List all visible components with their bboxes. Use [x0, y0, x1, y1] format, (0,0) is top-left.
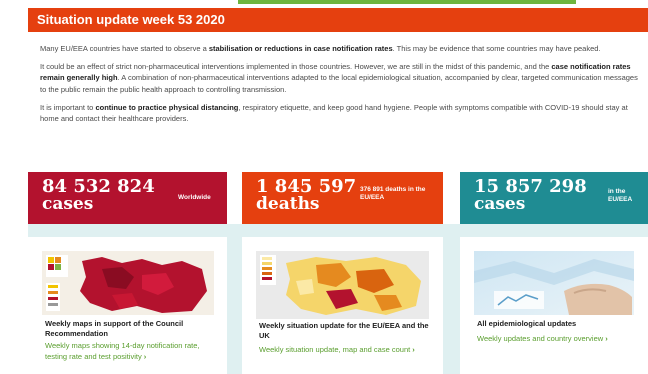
intro-text-span: . A combination of non-pharmaceutical in… [40, 73, 638, 94]
chevron-right-icon: › [605, 334, 608, 343]
intro-text-span: It could be an effect of strict non-phar… [40, 62, 552, 72]
epi-photo-thumbnail [474, 251, 634, 315]
card-epi-updates[interactable]: All epidemiological updates Weekly updat… [460, 237, 648, 374]
intro-emphasis: continue to practice physical distancing [95, 102, 239, 112]
intro-text-span: Many EU/EEA countries have started to ob… [40, 44, 209, 53]
intro-text-span: . This may be evidence that some countri… [392, 44, 601, 53]
page-title: Situation update week 53 2020 [37, 12, 225, 27]
map-image [256, 251, 429, 319]
map-image [42, 251, 214, 315]
intro-paragraph-1: Many EU/EEA countries have started to ob… [40, 43, 640, 54]
header-bar: Situation update week 53 2020 [28, 8, 648, 32]
stat-unit: cases [474, 194, 526, 214]
stat-eu-cases[interactable]: 15 857 298 cases in the EU/EEA [460, 172, 648, 224]
stat-worldwide-cases[interactable]: 84 532 824 cases Worldwide [28, 172, 227, 224]
card-weekly-maps[interactable]: Weekly maps in support of the Council Re… [28, 237, 227, 374]
situation-map-thumbnail [256, 251, 429, 319]
stat-note: in the EU/EEA [608, 188, 633, 203]
stat-unit: deaths [256, 194, 320, 214]
photo-image [474, 251, 634, 315]
card-link-text[interactable]: Weekly situation update, map and case co… [259, 345, 410, 354]
intro-emphasis: stabilisation or reductions in case noti… [208, 44, 393, 53]
card-situation-update[interactable]: Weekly situation update for the EU/EEA a… [242, 237, 443, 374]
card-title: Weekly maps in support of the Council Re… [45, 319, 184, 338]
card-link[interactable]: Weekly updates and country overview › [477, 334, 647, 345]
card-title: Weekly situation update for the EU/EEA a… [259, 321, 429, 340]
card-link-text[interactable]: Weekly updates and country overview [477, 334, 603, 343]
stat-note: Worldwide [178, 194, 211, 201]
accent-strip [238, 0, 576, 4]
card-link-text[interactable]: Weekly maps showing 14-day notification … [45, 341, 200, 361]
intro-text-span: It is important to [40, 102, 96, 112]
intro-paragraph-2: It could be an effect of strict non-phar… [40, 61, 640, 95]
card-link[interactable]: Weekly situation update, map and case co… [259, 345, 434, 356]
card-title: All epidemiological updates [477, 319, 577, 328]
stat-note: 376 891 deaths in the EU/EEA [360, 186, 426, 201]
stat-deaths[interactable]: 1 845 597 deaths 376 891 deaths in the E… [242, 172, 443, 224]
chevron-right-icon: › [412, 345, 415, 354]
intro-paragraph-3: It is important to continue to practice … [40, 102, 640, 124]
europe-map-thumbnail [42, 251, 214, 315]
stat-unit: cases [42, 194, 94, 214]
card-link[interactable]: Weekly maps showing 14-day notification … [45, 341, 215, 362]
intro-text: Many EU/EEA countries have started to ob… [40, 43, 640, 131]
chevron-right-icon: › [143, 351, 147, 361]
